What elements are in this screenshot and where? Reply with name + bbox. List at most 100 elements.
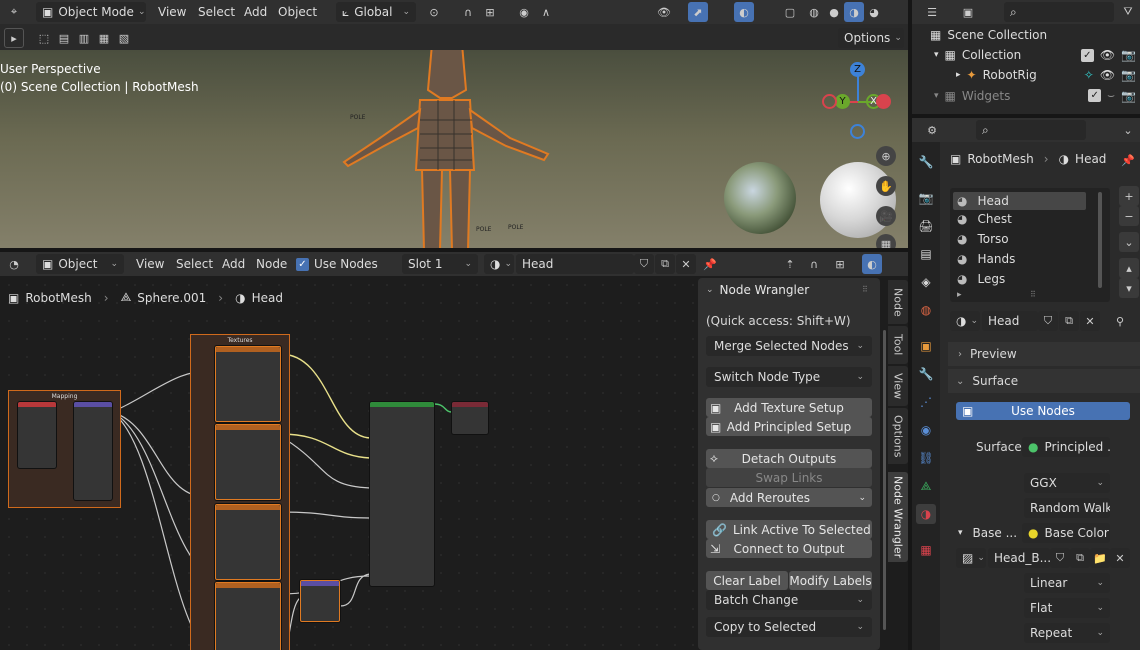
slot-selector[interactable]: Slot 1 ⌄ — [402, 254, 478, 274]
link-active-to-selected-menu[interactable]: 🔗 Link Active To Selected⌄ — [706, 520, 872, 539]
list-resize-handle[interactable]: ⠿ — [1030, 290, 1036, 299]
subsurface-method-selector[interactable]: Random Walk⌄ — [1024, 498, 1110, 518]
pan-hand-icon[interactable]: ✋ — [876, 176, 896, 196]
node-editor-type-icon[interactable]: ◔ — [4, 254, 24, 274]
surface-shader-selector[interactable]: ● Principled ... — [1022, 437, 1110, 457]
viewport-menu-add[interactable]: Add — [244, 5, 267, 19]
properties-editor-icon[interactable]: ⚙ — [922, 120, 942, 140]
view-layer-tab-icon[interactable]: ▤ — [916, 244, 936, 264]
panel-header-node-wrangler[interactable]: ⌄ Node Wrangler — [706, 283, 809, 297]
image-texture-node[interactable] — [215, 582, 281, 650]
object-tab-icon[interactable]: ▣ — [916, 336, 936, 356]
gizmo-toggle-icon[interactable]: ⬈ — [688, 2, 708, 22]
swap-links-button[interactable]: Swap Links — [706, 468, 872, 487]
shading-rendered-icon[interactable]: ◕ — [864, 2, 884, 22]
fake-user-icon[interactable]: ⛉ — [1038, 311, 1058, 331]
eye-icon[interactable]: 👁 — [1100, 48, 1115, 62]
shading-wireframe-icon[interactable]: ◍ — [804, 2, 824, 22]
link-type-icon[interactable]: ⚲ — [1110, 311, 1130, 331]
copy-to-selected-menu[interactable]: Copy to Selected ⌄ — [706, 617, 872, 637]
list-scrollbar[interactable] — [1098, 192, 1102, 288]
slot-specials-icon[interactable]: ⌄ — [1119, 232, 1139, 252]
pin-icon[interactable]: 📌 — [700, 254, 720, 274]
eye-closed-icon[interactable]: ⌣ — [1107, 88, 1115, 103]
modify-labels-button[interactable]: Modify Labels — [789, 571, 872, 590]
modifier-tab-icon[interactable]: 🔧 — [916, 364, 936, 384]
snap-target-icon[interactable]: ⊞ — [480, 2, 500, 22]
unlink-material-icon[interactable]: ✕ — [1080, 311, 1100, 331]
mode-selector[interactable]: ▣ Object Mode ⌄ — [36, 2, 146, 22]
move-up-icon[interactable]: ▴ — [1119, 258, 1139, 278]
image-duplicate-icon[interactable]: ⧉ — [1070, 548, 1090, 568]
batch-change-menu[interactable]: Batch Change ⌄ — [706, 590, 872, 610]
properties-material-name-field[interactable]: Head — [982, 311, 1038, 331]
projection-selector[interactable]: Flat ⌄ — [1024, 598, 1110, 618]
node-menu-node[interactable]: Node — [256, 257, 287, 271]
node-snap-icon[interactable]: ∩ — [804, 254, 824, 274]
axis-y-handle[interactable]: Y — [835, 94, 850, 109]
node-overlay-icon[interactable]: ◐ — [862, 254, 882, 274]
material-name-field[interactable]: Head — [516, 254, 634, 274]
material-output-node[interactable] — [452, 402, 488, 434]
falloff-icon[interactable]: ∧ — [536, 2, 556, 22]
normal-map-node[interactable] — [300, 580, 340, 622]
material-tab-icon[interactable]: ◑ — [916, 504, 936, 524]
node-snap-target-icon[interactable]: ⊞ — [830, 254, 850, 274]
shading-solid-icon[interactable]: ● — [824, 2, 844, 22]
pin-icon[interactable]: 📌 — [1118, 150, 1138, 170]
texture-tab-icon[interactable]: ▦ — [916, 540, 936, 560]
outliner-search-input[interactable]: ⌕ — [1004, 2, 1114, 22]
add-slot-icon[interactable]: + — [1119, 186, 1139, 206]
physics-tab-icon[interactable]: ◉ — [916, 420, 936, 440]
distribution-selector[interactable]: GGX ⌄ — [1024, 473, 1110, 493]
duplicate-material-icon[interactable]: ⧉ — [1059, 311, 1079, 331]
principled-bsdf-node[interactable] — [370, 402, 434, 586]
editor-type-icon[interactable]: ⌖ — [4, 2, 24, 22]
remove-slot-icon[interactable]: − — [1119, 206, 1139, 226]
output-tab-icon[interactable]: 🖨 — [916, 216, 936, 236]
base-color-input-selector[interactable]: ● Base Color — [1022, 523, 1110, 543]
outliner-item-scene-collection[interactable]: ▦ Scene Collection — [930, 28, 1047, 42]
outliner-item-collection[interactable]: ▾ ▦ Collection ✓ 👁 📷 — [934, 48, 1136, 62]
viewport-menu-view[interactable]: View — [158, 5, 186, 19]
image-fake-user-icon[interactable]: ⛉ — [1050, 548, 1070, 568]
tab-node-wrangler[interactable]: Node Wrangler — [888, 472, 908, 562]
material-browse-button[interactable]: ◑ ⌄ — [950, 311, 980, 331]
constraints-tab-icon[interactable]: ⛓ — [916, 448, 936, 468]
axis-z-handle[interactable]: Z — [850, 62, 865, 77]
overlay-toggle-icon[interactable]: ◐ — [734, 2, 754, 22]
switch-node-type-menu[interactable]: Switch Node Type ⌄ — [706, 367, 872, 387]
xray-icon[interactable]: ▢ — [780, 2, 800, 22]
material-slot-item[interactable]: ◕ Legs — [957, 272, 1005, 286]
viewport-options-dropdown[interactable]: Options ⌄ — [838, 28, 904, 48]
select-extend-icon[interactable]: ▤ — [54, 28, 74, 48]
select-intersect-icon[interactable]: ▦ — [94, 28, 114, 48]
select-box-icon[interactable]: ⬚ — [34, 28, 54, 48]
node-menu-add[interactable]: Add — [222, 257, 245, 271]
snap-icon[interactable]: ∩ — [458, 2, 478, 22]
merge-selected-nodes-menu[interactable]: Merge Selected Nodes ⌄ — [706, 336, 872, 356]
image-texture-node[interactable] — [215, 504, 281, 580]
tool-tab-icon[interactable]: 🔧 — [916, 152, 936, 172]
image-name-field[interactable]: Head_B... — [988, 548, 1050, 568]
use-nodes-button[interactable]: ▣ Use Nodes — [956, 402, 1130, 420]
image-browse-button[interactable]: ▨ ⌄ — [956, 548, 986, 568]
display-mode-icon[interactable]: ▣ — [958, 2, 978, 22]
scene-tab-icon[interactable]: ◈ — [916, 272, 936, 292]
duplicate-material-icon[interactable]: ⧉ — [655, 254, 675, 274]
zoom-icon[interactable]: ⊕ — [876, 146, 896, 166]
select-subtract-icon[interactable]: ▥ — [74, 28, 94, 48]
pivot-icon[interactable]: ⊙ — [424, 2, 444, 22]
outliner-editor-icon[interactable]: ☰ — [922, 2, 942, 22]
connect-to-output-button[interactable]: ⇲ Connect to Output — [706, 539, 872, 558]
open-folder-icon[interactable]: 📁 — [1090, 548, 1110, 568]
viewport-menu-object[interactable]: Object — [278, 5, 317, 19]
node-canvas[interactable]: ▣ RobotMesh › ⟁ Sphere.001 › ◑ Head Text… — [0, 276, 696, 650]
axis-neg-z-handle[interactable] — [850, 124, 865, 139]
camera-render-icon[interactable]: 📷 — [1121, 68, 1136, 82]
world-tab-icon[interactable]: ◍ — [916, 300, 936, 320]
proportional-edit-icon[interactable]: ◉ — [514, 2, 534, 22]
particles-tab-icon[interactable]: ⋰ — [916, 392, 936, 412]
panel-drag-handle[interactable]: ⠿ — [862, 285, 868, 294]
tab-options[interactable]: Options — [888, 408, 908, 464]
